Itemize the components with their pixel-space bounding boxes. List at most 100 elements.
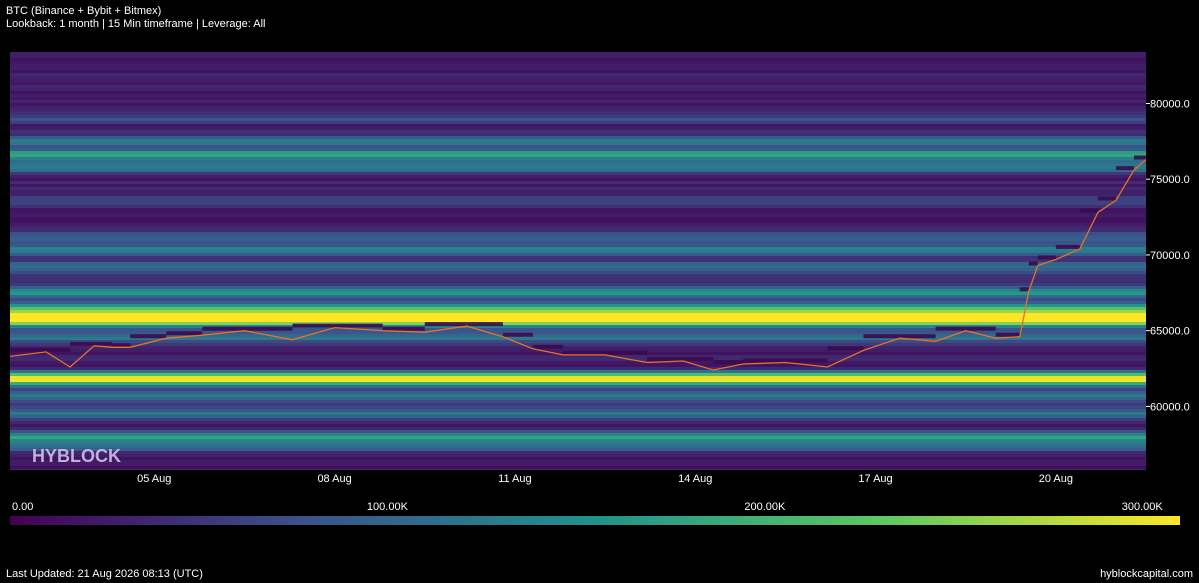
heatmap-row	[10, 301, 1146, 304]
heatmap-row	[10, 307, 1146, 310]
heatmap-row	[10, 379, 1146, 382]
heatmap-row	[10, 58, 1146, 61]
x-tick-label: 17 Aug	[858, 473, 892, 485]
heatmap-row	[10, 292, 1146, 295]
heatmap-row	[10, 193, 1146, 196]
colorbar	[10, 516, 1180, 525]
colorbar-tick-label: 0.00	[12, 501, 33, 513]
x-tick-label: 08 Aug	[317, 473, 351, 485]
liquidated-zone	[382, 326, 425, 331]
heatmap-row	[10, 313, 1146, 316]
heatmap-row	[10, 277, 1146, 280]
liquidated-zone	[1055, 244, 1080, 249]
heatmap-row	[10, 166, 1146, 169]
liquidated-zone	[1028, 261, 1038, 266]
liquidated-zone	[502, 332, 533, 337]
heatmap-row	[10, 85, 1146, 88]
heatmap-row	[10, 112, 1146, 115]
heatmap-row	[10, 61, 1146, 64]
heatmap-row	[10, 448, 1146, 451]
heatmap-row	[10, 178, 1146, 181]
liquidated-zone	[202, 326, 245, 331]
heatmap-row	[10, 121, 1146, 124]
colorbar-tick-label: 200.00K	[744, 501, 786, 513]
liquidated-zone	[785, 358, 828, 363]
heatmap-row	[10, 229, 1146, 232]
liquidated-zone	[1079, 208, 1098, 213]
heatmap-row	[10, 469, 1146, 470]
liquidated-zone	[995, 332, 1020, 337]
heatmap-row	[10, 142, 1146, 145]
liquidated-zone	[743, 358, 786, 363]
heatmap-row	[10, 259, 1146, 262]
liquidated-zone	[532, 344, 563, 349]
heatmap-row	[10, 454, 1146, 457]
heatmap-row	[10, 451, 1146, 454]
liquidated-zone	[647, 356, 684, 361]
last-updated: Last Updated: 21 Aug 2026 08:13 (UTC)	[6, 568, 203, 580]
heatmap-row	[10, 397, 1146, 400]
heatmap-row	[10, 139, 1146, 142]
liquidated-zone	[1133, 155, 1146, 160]
y-tick-label: 60000.0	[1150, 401, 1190, 413]
heatmap-row	[10, 169, 1146, 172]
heatmap-row	[10, 217, 1146, 220]
heatmap-row	[10, 457, 1146, 460]
heatmap-row	[10, 460, 1146, 463]
heatmap-row	[10, 196, 1146, 199]
heatmap-row	[10, 283, 1146, 286]
heatmap-row	[10, 295, 1146, 298]
heatmap-row	[10, 373, 1146, 376]
heatmap-row	[10, 268, 1146, 271]
heatmap-row	[10, 199, 1146, 202]
heatmap-row	[10, 190, 1146, 193]
heatmap-row	[10, 64, 1146, 67]
heatmap-row	[10, 427, 1146, 430]
x-tick-label: 11 Aug	[498, 473, 531, 485]
liquidated-zone	[863, 334, 900, 339]
heatmap-row	[10, 130, 1146, 133]
heatmap-row	[10, 409, 1146, 412]
heatmap-row	[10, 340, 1146, 343]
heatmap-row	[10, 70, 1146, 73]
heatmap-row	[10, 466, 1146, 469]
liquidated-zone	[94, 341, 113, 346]
heatmap-row	[10, 187, 1146, 190]
heatmap-row	[10, 406, 1146, 409]
heatmap-row	[10, 421, 1146, 424]
heatmap-row	[10, 76, 1146, 79]
heatmap-row	[10, 67, 1146, 70]
heatmap-row	[10, 289, 1146, 292]
heatmap-row	[10, 211, 1146, 214]
heatmap-row	[10, 274, 1146, 277]
heatmap-row	[10, 316, 1146, 319]
site-link[interactable]: hyblockcapital.com	[1100, 568, 1193, 580]
heatmap-row	[10, 442, 1146, 445]
x-tick-label: 14 Aug	[678, 473, 712, 485]
heatmap-row	[10, 376, 1146, 379]
heatmap-row	[10, 52, 1146, 55]
heatmap-row	[10, 220, 1146, 223]
heatmap-row	[10, 271, 1146, 274]
liquidation-bands	[10, 52, 1146, 470]
heatmap-row	[10, 133, 1146, 136]
heatmap-row	[10, 403, 1146, 406]
heatmap-row	[10, 145, 1146, 148]
heatmap-row	[10, 79, 1146, 82]
heatmap-row	[10, 205, 1146, 208]
heatmap-row	[10, 319, 1146, 322]
heatmap-row	[10, 430, 1146, 433]
heatmap-chart: HYBLOCK 05 Aug 08 Aug 11 Aug 14 Aug 17 Aug 20…	[10, 52, 1190, 525]
heatmap-row	[10, 94, 1146, 97]
liquidated-zone	[10, 347, 47, 352]
heatmap-row	[10, 424, 1146, 427]
heatmap-row	[10, 157, 1146, 160]
heatmap-row	[10, 163, 1146, 166]
heatmap-row	[10, 364, 1146, 367]
heatmap-row	[10, 100, 1146, 103]
heatmap-row	[10, 154, 1146, 157]
heatmap-row	[10, 322, 1146, 325]
heatmap-row	[10, 184, 1146, 187]
liquidated-zone	[965, 326, 996, 331]
heatmap-row	[10, 415, 1146, 418]
